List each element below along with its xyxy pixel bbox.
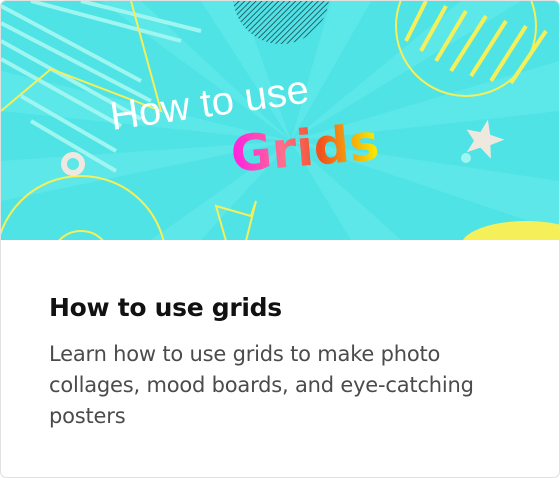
- tutorial-card[interactable]: How to use Grids How to use grids Learn …: [0, 0, 560, 478]
- card-title[interactable]: How to use grids: [49, 291, 535, 325]
- tutorial-thumbnail: How to use Grids: [1, 1, 559, 240]
- card-description: Learn how to use grids to make photo col…: [49, 342, 474, 428]
